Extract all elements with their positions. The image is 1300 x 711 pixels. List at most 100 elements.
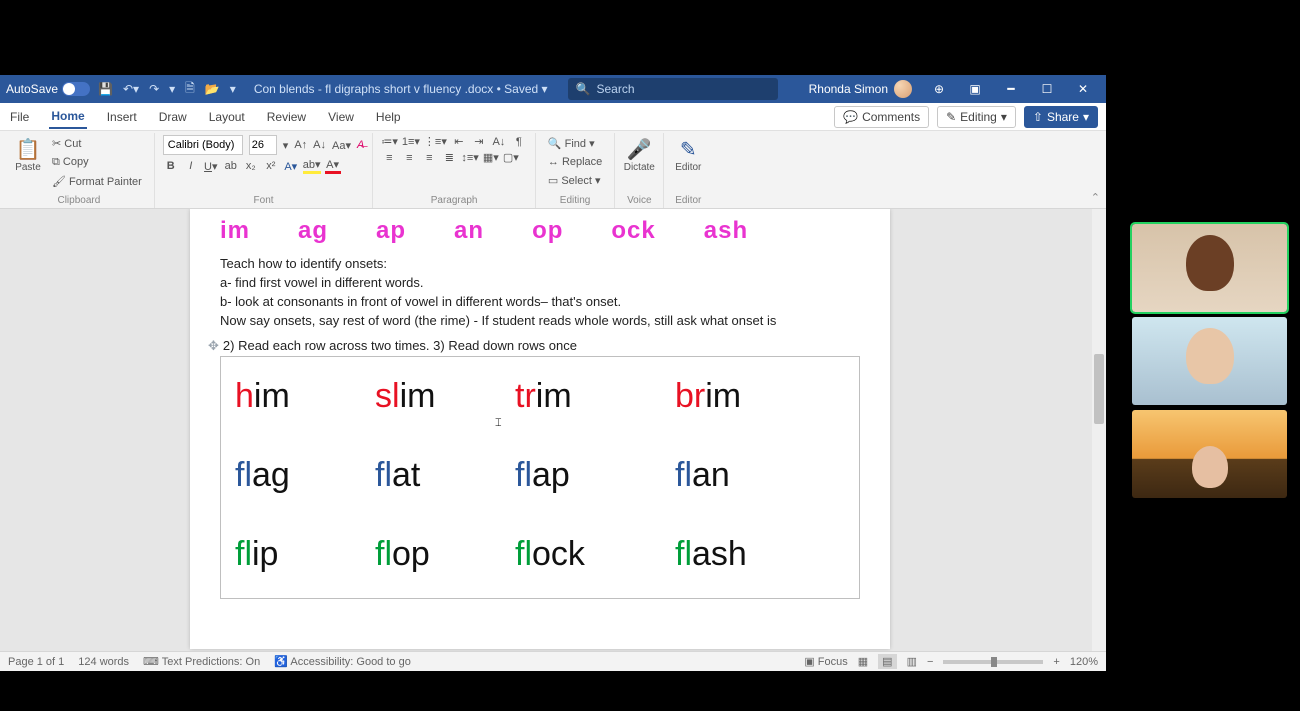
scroll-thumb[interactable] bbox=[1094, 354, 1104, 424]
tab-help[interactable]: Help bbox=[374, 106, 403, 128]
bold-button[interactable]: B bbox=[163, 160, 179, 172]
tab-draw[interactable]: Draw bbox=[157, 106, 189, 128]
rime: im bbox=[705, 377, 741, 415]
strike-button[interactable]: ab bbox=[223, 160, 239, 172]
document-area[interactable]: im ag ap an op ock ash Teach how to iden… bbox=[0, 209, 1106, 651]
tab-layout[interactable]: Layout bbox=[207, 106, 247, 128]
document-page[interactable]: im ag ap an op ock ash Teach how to iden… bbox=[190, 209, 890, 649]
show-marks-icon[interactable]: ¶ bbox=[511, 136, 527, 148]
select-button[interactable]: ▭ Select ▾ bbox=[544, 172, 606, 189]
read-mode-icon[interactable]: ▦ bbox=[858, 655, 868, 668]
share-button[interactable]: ⇧ Share ▾ bbox=[1024, 106, 1098, 128]
status-predictions[interactable]: ⌨ Text Predictions: On bbox=[143, 655, 260, 668]
cut-button[interactable]: ✂ Cut bbox=[48, 135, 146, 152]
ribbon-display-icon[interactable]: ▣ bbox=[958, 75, 992, 103]
decrease-indent-icon[interactable]: ⇤ bbox=[451, 135, 467, 148]
font-color-icon[interactable]: A▾ bbox=[325, 158, 341, 174]
comments-button[interactable]: 💬 Comments bbox=[834, 106, 929, 128]
font-name-input[interactable] bbox=[163, 135, 243, 155]
status-accessibility[interactable]: ♿ Accessibility: Good to go bbox=[274, 655, 411, 668]
zoom-out-button[interactable]: − bbox=[927, 656, 933, 668]
user-avatar-icon bbox=[894, 80, 912, 98]
zoom-in-button[interactable]: + bbox=[1053, 656, 1059, 668]
participant-face-icon bbox=[1192, 446, 1228, 488]
autosave-switch-icon[interactable] bbox=[62, 82, 90, 96]
video-tile[interactable] bbox=[1132, 317, 1287, 405]
replace-button[interactable]: ↔ Replace bbox=[544, 154, 606, 170]
video-tile-active[interactable] bbox=[1132, 224, 1287, 312]
new-doc-icon[interactable]: 🗎 bbox=[185, 79, 195, 100]
change-case-icon[interactable]: Aa▾ bbox=[332, 139, 351, 152]
search-box[interactable]: 🔍 Search bbox=[568, 78, 778, 100]
zoom-percent[interactable]: 120% bbox=[1070, 656, 1098, 668]
document-title[interactable]: Con blends - fl digraphs short v fluency… bbox=[254, 82, 548, 96]
sort-icon[interactable]: A↓ bbox=[491, 136, 507, 148]
participant-face-icon bbox=[1186, 328, 1234, 384]
autosave-toggle[interactable]: AutoSave bbox=[6, 82, 90, 96]
copy-button[interactable]: ⧉ Copy bbox=[48, 154, 146, 171]
ribbon-collapse-icon[interactable]: ⌃ bbox=[1091, 191, 1100, 204]
paste-label: Paste bbox=[15, 162, 41, 173]
grow-font-icon[interactable]: A↑ bbox=[294, 139, 307, 151]
dictate-button[interactable]: 🎤 Dictate bbox=[623, 135, 655, 175]
format-painter-button[interactable]: 🖌 Format Painter bbox=[48, 173, 146, 190]
tab-view[interactable]: View bbox=[326, 106, 356, 128]
underline-button[interactable]: U▾ bbox=[203, 160, 219, 173]
status-page[interactable]: Page 1 of 1 bbox=[8, 656, 64, 668]
shrink-font-icon[interactable]: A↓ bbox=[313, 139, 326, 151]
multilevel-icon[interactable]: ⋮≡▾ bbox=[424, 135, 447, 148]
status-words[interactable]: 124 words bbox=[78, 656, 129, 668]
clear-format-icon[interactable]: A̶ bbox=[357, 139, 364, 151]
instr-line-c: Now say onsets, say rest of word (the ri… bbox=[220, 312, 860, 331]
tab-file[interactable]: File bbox=[8, 106, 31, 128]
justify-icon[interactable]: ≣ bbox=[441, 151, 457, 164]
word-cell: trim bbox=[515, 377, 675, 416]
italic-button[interactable]: I bbox=[183, 160, 199, 172]
focus-mode-button[interactable]: ▣ Focus bbox=[804, 655, 847, 668]
undo-icon[interactable]: ↶▾ bbox=[123, 82, 139, 96]
word-cell: flop bbox=[375, 535, 515, 574]
tab-home[interactable]: Home bbox=[49, 105, 86, 129]
video-tile[interactable] bbox=[1132, 410, 1287, 498]
open-icon[interactable]: 📂 bbox=[205, 82, 220, 96]
increase-indent-icon[interactable]: ⇥ bbox=[471, 135, 487, 148]
editing-mode-button[interactable]: ✎ Editing ▾ bbox=[937, 106, 1016, 128]
user-account[interactable]: Rhonda Simon bbox=[809, 80, 912, 98]
coming-soon-icon[interactable]: ⊕ bbox=[922, 75, 956, 103]
paste-button[interactable]: 📋 Paste bbox=[12, 135, 44, 175]
line-spacing-icon[interactable]: ↕≡▾ bbox=[461, 151, 478, 164]
align-left-icon[interactable]: ≡ bbox=[381, 152, 397, 164]
tab-insert[interactable]: Insert bbox=[105, 106, 139, 128]
minimize-button[interactable]: ━ bbox=[994, 75, 1028, 103]
table-handle-icon[interactable]: ✥ bbox=[208, 338, 219, 353]
superscript-button[interactable]: x² bbox=[263, 160, 279, 172]
align-right-icon[interactable]: ≡ bbox=[421, 152, 437, 164]
zoom-slider[interactable] bbox=[943, 660, 1043, 664]
editor-button[interactable]: ✎ Editor bbox=[672, 135, 704, 175]
word-table: himslimtrimbrim flagflatflapflan flipflo… bbox=[220, 356, 860, 599]
align-center-icon[interactable]: ≡ bbox=[401, 152, 417, 164]
font-size-input[interactable] bbox=[249, 135, 277, 155]
print-layout-icon[interactable]: ▤ bbox=[878, 654, 896, 669]
subscript-button[interactable]: x₂ bbox=[243, 160, 259, 172]
find-button[interactable]: 🔍 Find ▾ bbox=[544, 135, 606, 152]
vertical-scrollbar[interactable] bbox=[1092, 209, 1106, 651]
close-button[interactable]: ✕ bbox=[1066, 75, 1100, 103]
word-cell: slim bbox=[375, 377, 515, 416]
web-layout-icon[interactable]: ▥ bbox=[907, 655, 917, 668]
qat-more-icon[interactable]: ▾ bbox=[230, 82, 236, 96]
word-app-window: AutoSave 💾 ↶▾ ↷ ▾ 🗎 📂 ▾ Con blends - fl … bbox=[0, 75, 1106, 671]
tab-review[interactable]: Review bbox=[265, 106, 308, 128]
font-size-dropdown-icon[interactable]: ▾ bbox=[283, 139, 289, 152]
ribbon-group-clipboard: 📋 Paste ✂ Cut ⧉ Copy 🖌 Format Painter Cl… bbox=[4, 133, 155, 208]
maximize-button[interactable]: ☐ bbox=[1030, 75, 1064, 103]
bullets-icon[interactable]: ≔▾ bbox=[381, 135, 398, 148]
numbering-icon[interactable]: 1≡▾ bbox=[402, 135, 420, 148]
ribbon-tabs: File Home Insert Draw Layout Review View… bbox=[0, 103, 1106, 131]
highlight-icon[interactable]: ab▾ bbox=[303, 158, 321, 174]
shading-icon[interactable]: ▦▾ bbox=[483, 151, 499, 164]
redo-icon[interactable]: ↷ bbox=[149, 82, 159, 96]
text-effects-icon[interactable]: A▾ bbox=[283, 160, 299, 173]
save-icon[interactable]: 💾 bbox=[98, 82, 113, 96]
borders-icon[interactable]: ▢▾ bbox=[503, 151, 519, 164]
